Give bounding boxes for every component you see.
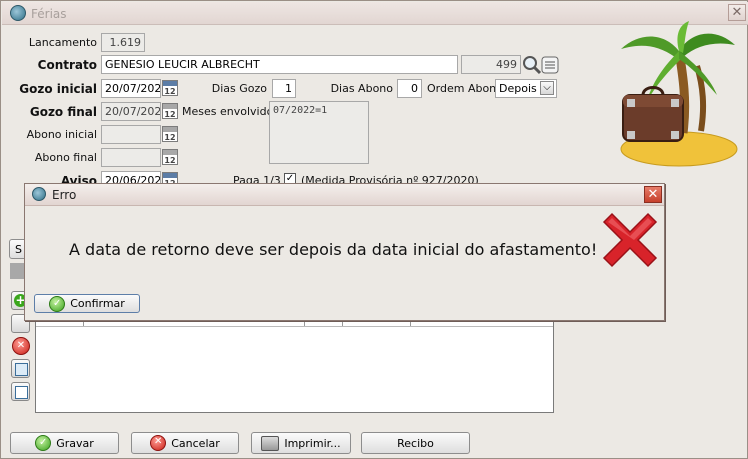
gozo-inicial-field[interactable]: 20/07/2022: [101, 79, 161, 98]
window-title: Férias: [31, 7, 67, 21]
gozo-final-label: Gozo final: [29, 105, 97, 119]
gozo-inicial-label: Gozo inicial: [19, 82, 97, 96]
chevron-down-icon[interactable]: ⌵: [540, 81, 554, 95]
abono-inicial-label: Abono inicial: [26, 128, 97, 141]
gozo-final-field: 20/07/2022: [101, 102, 161, 121]
ferias-window: Férias ✕ Lancamento 1.619 Contrato GENES…: [0, 0, 748, 459]
dias-abono-field[interactable]: 0: [397, 79, 422, 98]
error-message: A data de retorno deve ser depois da dat…: [69, 240, 598, 259]
confirmar-button[interactable]: ✓ Confirmar: [34, 294, 140, 313]
meses-envolvidos-box: 07/2022=1: [269, 101, 369, 164]
items-grid[interactable]: [35, 319, 554, 413]
contrato-label: Contrato: [37, 58, 97, 72]
search-icon[interactable]: [522, 55, 542, 75]
cancelar-button[interactable]: ✕ Cancelar: [131, 432, 239, 454]
dialog-app-icon: [32, 187, 46, 201]
ordem-abono-label: Ordem Abono: [427, 82, 503, 95]
abono-final-calendar-icon: 12: [162, 149, 178, 165]
notes-icon[interactable]: [11, 382, 30, 401]
list-icon[interactable]: [541, 56, 559, 74]
confirm-checkmark-icon: ✓: [49, 295, 66, 312]
window-close-button[interactable]: ✕: [728, 4, 746, 21]
cancel-icon: ✕: [150, 435, 167, 451]
gravar-button[interactable]: ✓ Gravar: [10, 432, 119, 454]
imprimir-label: Imprimir...: [284, 436, 341, 450]
dias-abono-label: Dias Abono: [330, 82, 393, 95]
imprimir-button[interactable]: Imprimir...: [251, 432, 351, 454]
gozo-inicial-calendar-icon[interactable]: 12: [162, 80, 178, 96]
error-dialog: Erro ✕ A data de retorno deve ser depois…: [24, 183, 665, 321]
dias-gozo-label: Dias Gozo: [211, 82, 267, 95]
delete-icon[interactable]: ✕: [12, 337, 30, 355]
error-x-icon: [602, 212, 658, 268]
ordem-abono-value: Depois: [499, 82, 537, 95]
recibo-label: Recibo: [397, 436, 434, 450]
confirmar-label: Confirmar: [70, 297, 125, 310]
error-dialog-title: Erro: [52, 188, 77, 202]
meses-envolvidos-label: Meses envolvidos: [182, 105, 280, 118]
abono-final-field: [101, 148, 161, 167]
contrato-code-field: 499: [461, 55, 521, 74]
gravar-label: Gravar: [56, 436, 94, 450]
abono-inicial-field: [101, 125, 161, 144]
abono-final-label: Abono final: [34, 151, 97, 164]
error-dialog-close-button[interactable]: ✕: [644, 186, 662, 203]
dias-gozo-field[interactable]: 1: [272, 79, 296, 98]
app-icon: [10, 5, 26, 21]
gozo-final-calendar-icon: 12: [162, 103, 178, 119]
palm-tree-suitcase-icon: [620, 21, 738, 167]
cancelar-label: Cancelar: [171, 436, 220, 450]
error-dialog-titlebar[interactable]: Erro ✕: [25, 184, 664, 206]
abono-inicial-calendar-icon: 12: [162, 126, 178, 142]
printer-icon: [261, 435, 280, 451]
copy-icon[interactable]: [11, 359, 30, 378]
checkmark-icon: ✓: [35, 435, 52, 451]
lancamento-field: 1.619: [101, 33, 145, 52]
recibo-button[interactable]: Recibo: [361, 432, 470, 454]
lancamento-label: Lancamento: [28, 36, 97, 49]
contrato-field[interactable]: GENESIO LEUCIR ALBRECHT: [101, 55, 458, 74]
